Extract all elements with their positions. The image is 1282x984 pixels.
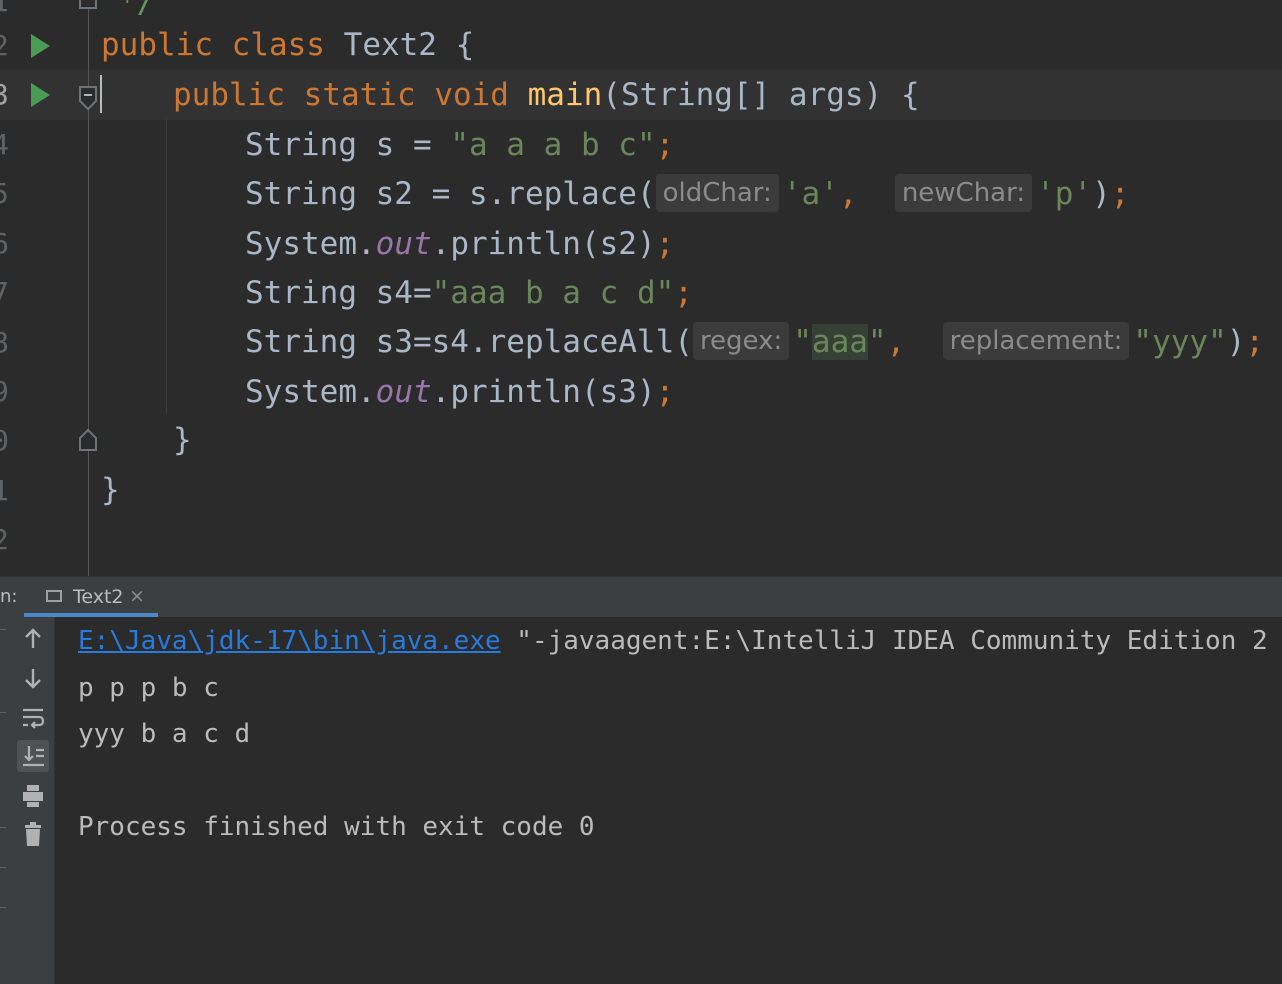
code-text: System.	[245, 226, 376, 262]
run-main-icon[interactable]	[31, 83, 50, 107]
method-params: (String[] args)	[602, 77, 883, 113]
java-exe-link[interactable]: E:\Java\jdk-17\bin\java.exe	[78, 626, 501, 656]
close-icon[interactable]: ×	[129, 585, 145, 607]
soft-wrap-icon[interactable]	[17, 701, 49, 733]
run-tool-window-header: n: Text2 ×	[0, 576, 1282, 617]
fold-end-icon[interactable]	[78, 0, 98, 10]
toolbar-edge-tick	[0, 712, 6, 713]
code-text: String s4=	[245, 275, 432, 311]
static-field: out	[375, 226, 432, 262]
down-arrow-icon[interactable]	[17, 662, 49, 694]
line-number: 7	[0, 276, 9, 309]
line-number: 6	[0, 227, 9, 260]
keyword-public: public	[173, 77, 285, 113]
semicolon: ;	[655, 127, 675, 163]
code-text: String s3=s4.replaceAll(	[245, 324, 693, 360]
print-icon[interactable]	[17, 780, 49, 812]
string-quote: "	[793, 324, 812, 360]
close-paren: )	[1092, 176, 1111, 212]
string-literal: "yyy"	[1133, 324, 1227, 360]
toolbar-edge-tick	[0, 867, 6, 868]
run-class-icon[interactable]	[31, 34, 50, 58]
method-name: main	[527, 77, 603, 113]
line-number: 1	[0, 0, 9, 18]
line-number: 0	[0, 424, 9, 457]
close-brace-class: }	[101, 472, 120, 508]
line-number: 4	[0, 128, 9, 161]
string-literal: "aaa b a c d"	[431, 275, 675, 311]
run-tab-text2[interactable]: Text2 ×	[24, 577, 158, 617]
regex-literal: aaa	[811, 324, 868, 360]
line-number: 8	[0, 326, 9, 359]
line-number: 1	[0, 474, 9, 507]
code-text: .println(s3)	[431, 374, 656, 410]
indent-guide	[166, 118, 167, 414]
code-line-7: String s4="aaa b a c d";	[245, 273, 693, 313]
trash-icon[interactable]	[17, 818, 49, 850]
code-line-main-decl: public static void main(String[] args) {	[173, 75, 920, 115]
param-hint-newchar: newChar:	[894, 174, 1033, 212]
close-paren: )	[1226, 324, 1246, 360]
console-icon	[46, 590, 62, 602]
code-editor[interactable]: 1 2 3 4 5 6 7 8 9 0 1 2 */ public class …	[0, 0, 1282, 576]
console-output-line: p p p b c	[78, 673, 219, 703]
comma: ,	[838, 176, 858, 212]
console-command-args: "-javaagent:E:\IntelliJ IDEA Community E…	[500, 626, 1268, 656]
run-toolbar	[0, 617, 55, 984]
char-literal: 'p'	[1036, 176, 1093, 212]
toolbar-edge-tick	[0, 827, 6, 828]
close-brace-method: }	[173, 422, 192, 458]
code-text: String s =	[245, 127, 451, 163]
line-number: 9	[0, 375, 9, 408]
semicolon: ;	[674, 275, 693, 311]
string-quote: "	[867, 324, 887, 360]
keyword-static: static	[303, 77, 416, 113]
toolbar-edge-tick	[0, 907, 6, 908]
open-brace: {	[900, 77, 920, 113]
scroll-to-end-icon[interactable]	[17, 740, 49, 772]
console-output-line: yyy b a c d	[78, 719, 251, 749]
line-number: 5	[0, 177, 9, 210]
code-text: .println(s2)	[431, 226, 656, 262]
char-literal: 'a'	[782, 176, 839, 212]
static-field: out	[375, 374, 432, 410]
semicolon: ;	[655, 226, 675, 262]
open-brace: {	[455, 27, 475, 63]
code-text: System.	[245, 374, 376, 410]
line-number: 2	[0, 29, 9, 62]
console-command-line: E:\Java\jdk-17\bin\java.exe "-javaagent:…	[78, 624, 1268, 658]
line-number: 3	[0, 78, 9, 111]
fold-collapse-icon[interactable]	[78, 85, 98, 111]
console-output[interactable]: E:\Java\jdk-17\bin\java.exe "-javaagent:…	[55, 617, 1282, 984]
code-line-class-decl: public class Text2 {	[101, 25, 474, 65]
semicolon: ;	[1110, 176, 1130, 212]
string-literal: "a a a b c"	[450, 127, 656, 163]
semicolon: ;	[655, 374, 675, 410]
code-comment-end: */	[118, 0, 156, 20]
code-text: String s2 = s.replace(	[245, 176, 656, 212]
toolbar-edge-tick	[0, 629, 6, 630]
tab-label: Text2	[73, 586, 124, 608]
keyword-public: public	[101, 27, 213, 63]
keyword-void: void	[434, 77, 509, 113]
code-line-4: String s = "a a a b c";	[245, 125, 674, 165]
code-line-8: String s3=s4.replaceAll(regex: "aaa", rep…	[245, 322, 1264, 362]
semicolon: ;	[1245, 324, 1265, 360]
line-number: 2	[0, 523, 9, 556]
fold-end-icon[interactable]	[78, 428, 98, 452]
console-exit-message: Process finished with exit code 0	[78, 812, 595, 842]
up-arrow-icon[interactable]	[17, 623, 49, 655]
run-panel-label: n:	[0, 586, 18, 607]
keyword-class: class	[231, 27, 325, 63]
param-hint-oldchar: oldChar:	[655, 174, 779, 212]
code-line-9: System.out.println(s3);	[245, 372, 674, 412]
code-line-5: String s2 = s.replace(oldChar:'a', newCh…	[245, 174, 1129, 214]
param-hint-replacement: replacement:	[942, 322, 1130, 360]
comma: ,	[886, 324, 906, 360]
param-hint-regex: regex:	[692, 322, 790, 360]
class-name: Text2	[343, 27, 437, 63]
text-caret	[100, 75, 102, 113]
code-line-6: System.out.println(s2);	[245, 224, 674, 264]
